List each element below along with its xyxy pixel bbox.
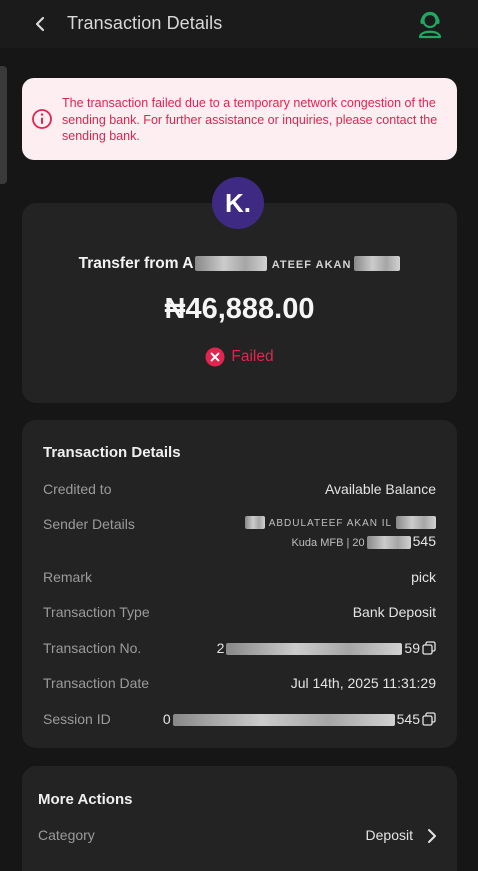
category-row[interactable]: Category Deposit [38,827,439,849]
session-id-label: Session ID [43,711,111,727]
transfer-from-label: Transfer from A ATEEF AKAN [22,255,457,273]
status-text: Failed [231,348,274,365]
category-label: Category [38,827,95,843]
sender-line-2: Kuda MFB | 20 545 [291,533,436,549]
customer-support-icon[interactable] [414,8,446,40]
copy-icon[interactable] [422,641,436,655]
status-badge: Failed [22,347,457,367]
redacted-account [366,535,411,549]
scroll-edge-handle[interactable] [0,66,7,184]
more-actions-title: More Actions [38,791,133,808]
transaction-details-screen: Transaction Details The transaction fail… [0,0,478,871]
row-sender-details: Sender Details ABDULATEEF AKAN IL Kuda M… [43,513,436,556]
back-arrow-icon[interactable] [30,12,52,36]
category-value: Deposit [365,827,413,843]
copy-icon[interactable] [422,712,436,726]
credited-to-value: Available Balance [324,481,436,497]
details-title: Transaction Details [43,444,181,461]
row-transaction-date: Transaction Date Jul 14th, 2025 11:31:29 [43,675,436,695]
more-actions-card: More Actions Category Deposit [22,766,457,871]
transaction-number-label: Transaction No. [43,640,142,656]
failure-alert-banner: The transaction failed due to a temporar… [22,78,457,160]
alert-message: The transaction failed due to a temporar… [62,96,438,143]
redacted-sender-name [195,256,268,272]
transaction-amount: ₦46,888.00 [164,293,315,325]
row-remark: Remark pick [43,569,436,589]
redacted-sender-2 [396,515,436,529]
sender-details-label: Sender Details [43,516,135,532]
transaction-details-card: Transaction Details Credited to Availabl… [22,420,457,748]
transaction-type-label: Transaction Type [43,604,150,620]
sender-line-1: ABDULATEEF AKAN IL [244,513,436,529]
redacted-session-id [172,714,395,727]
row-session-id: Session ID 0 545 [43,711,436,731]
transaction-type-value: Bank Deposit [352,604,436,620]
row-credited-to: Credited to Available Balance [43,481,436,501]
info-icon [32,109,52,129]
redacted-sender-name-2 [354,256,401,272]
transfer-prefix: Transfer from A [78,255,194,272]
merchant-logo: K. [212,177,264,229]
transfer-fragment: ATEEF AKAN [271,259,352,271]
remark-value: pick [411,569,436,585]
transaction-date-label: Transaction Date [43,675,150,691]
row-transaction-number: Transaction No. 2 59 [43,640,436,660]
redacted-transaction-number [226,643,403,656]
page-title: Transaction Details [67,13,223,33]
remark-label: Remark [43,569,93,585]
row-transaction-type: Transaction Type Bank Deposit [43,604,436,624]
transaction-summary-card: Transfer from A ATEEF AKAN ₦46,888.00 Fa… [22,203,457,403]
credited-to-label: Credited to [43,481,112,497]
transaction-date-value: Jul 14th, 2025 11:31:29 [290,675,436,691]
transaction-number-value[interactable]: 2 59 [217,640,436,656]
session-id-value[interactable]: 0 545 [163,711,436,727]
chevron-right-icon [428,829,436,843]
redacted-sender-1 [244,515,265,529]
app-header: Transaction Details [0,0,478,48]
failed-x-icon [205,347,225,367]
